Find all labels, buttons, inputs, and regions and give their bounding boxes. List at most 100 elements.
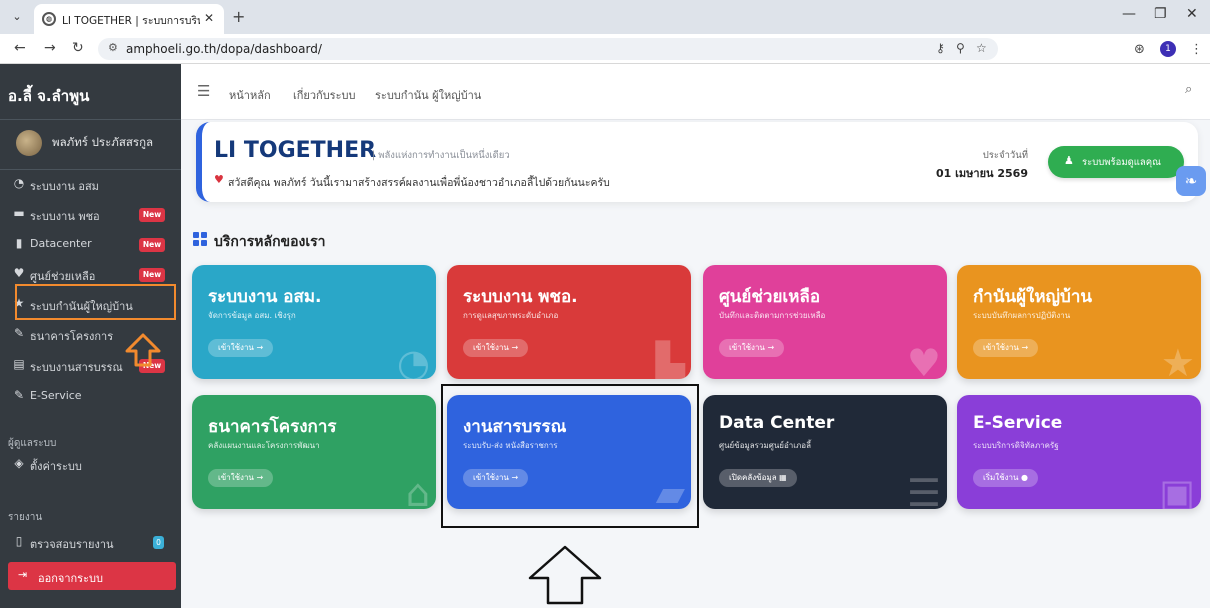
reports-section-header: รายงาน bbox=[8, 512, 43, 523]
reload-icon[interactable]: ↻ bbox=[72, 40, 84, 56]
gauge-icon: ◔ bbox=[396, 341, 430, 379]
card-enter-button[interactable]: เข้าใช้งาน → bbox=[973, 339, 1039, 357]
bed-icon: ▬ bbox=[13, 206, 25, 220]
system-ready-label: ระบบพร้อมดูแลคุณ bbox=[1082, 157, 1161, 168]
edit-icon: ✎ bbox=[13, 388, 25, 402]
extension-icon[interactable]: ⊛ bbox=[1134, 42, 1145, 57]
heart-icon: ♥ bbox=[906, 341, 941, 379]
card-e-service[interactable]: E-Service ระบบบริการดิจิทัลภาครัฐ เริ่มใ… bbox=[957, 395, 1201, 509]
sidebar-item-label: ธนาคารโครงการ bbox=[30, 330, 114, 343]
card-village-heads[interactable]: กำนันผู้ใหญ่บ้าน ระบบบันทึกผลการปฏิบัติง… bbox=[957, 265, 1201, 379]
logout-label: ออกจากระบบ bbox=[38, 572, 103, 585]
zoom-icon[interactable]: ⚲ bbox=[956, 41, 965, 55]
heart-icon: ♥ bbox=[13, 266, 25, 280]
system-ready-button[interactable]: ♟ ระบบพร้อมดูแลคุณ bbox=[1048, 146, 1184, 178]
sidebar-brand[interactable]: อ.ลี้ จ.ลำพูน bbox=[0, 64, 181, 120]
card-subtitle: บันทึกและติดตามการช่วยเหลือ bbox=[719, 311, 826, 320]
profile-avatar[interactable]: 1 bbox=[1160, 41, 1176, 57]
card-subtitle: ระบบบริการดิจิทัลภาครัฐ bbox=[973, 441, 1059, 450]
tab-search-icon[interactable]: ⌄ bbox=[8, 8, 26, 26]
sidebar-item-e-service[interactable]: ✎ E-Service bbox=[0, 384, 181, 410]
card-enter-button[interactable]: เข้าใช้งาน → bbox=[208, 469, 274, 487]
card-phcho[interactable]: ระบบงาน พชอ. การดูแลสุขภาพระดับอำเภอ เข้… bbox=[447, 265, 691, 379]
card-subtitle: การดูแลสุขภาพระดับอำเภอ bbox=[463, 311, 559, 320]
password-key-icon[interactable]: ⚷ bbox=[936, 41, 945, 55]
sidebar-item-settings[interactable]: ◈ ตั้งค่าระบบ bbox=[0, 452, 181, 478]
current-date: 01 เมษายน 2569 bbox=[936, 167, 1028, 180]
card-enter-button[interactable]: เข้าใช้งาน → bbox=[719, 339, 785, 357]
bookmark-star-icon[interactable]: ☆ bbox=[976, 41, 987, 55]
browser-tab[interactable]: ◍ LI TOGETHER | ระบบการบริหารงาน ✕ bbox=[34, 4, 224, 34]
bed-icon: ▙ bbox=[655, 341, 685, 379]
sidebar-item-label: Datacenter bbox=[30, 237, 92, 250]
gem-icon: ◈ bbox=[14, 456, 24, 470]
highlight-box-black bbox=[441, 384, 699, 528]
server-icon: ☰ bbox=[906, 471, 941, 509]
sidebar-item-label: ระบบงานสารบรรณ bbox=[30, 361, 123, 374]
card-help-center[interactable]: ศูนย์ช่วยเหลือ บันทึกและติดตามการช่วยเหล… bbox=[703, 265, 947, 379]
hamburger-menu-icon[interactable]: ☰ bbox=[197, 82, 210, 100]
hero-tagline: | พลังแห่งการทำงานเป็นหนึ่งเดียว bbox=[372, 150, 510, 161]
card-enter-button[interactable]: เข้าใช้งาน → bbox=[463, 339, 529, 357]
card-title: ระบบงาน พชอ. bbox=[463, 287, 578, 307]
nav-link-village-system[interactable]: ระบบกำนัน ผู้ใหญ่บ้าน bbox=[375, 86, 481, 104]
back-icon[interactable]: ← bbox=[14, 40, 26, 56]
card-osm[interactable]: ระบบงาน อสม. จัดการข้อมูล อสม. เชิงรุก เ… bbox=[192, 265, 436, 379]
user-shield-icon: ♟ bbox=[1064, 154, 1074, 167]
user-avatar bbox=[16, 130, 42, 156]
logout-button[interactable]: ⇥ ออกจากระบบ bbox=[8, 562, 176, 590]
card-open-data-button[interactable]: เปิดคลังข้อมูล ▦ bbox=[719, 469, 797, 487]
new-badge: New bbox=[139, 208, 165, 222]
nav-link-home[interactable]: หน้าหลัก bbox=[229, 86, 271, 104]
card-title: E-Service bbox=[973, 413, 1063, 433]
window-close-icon[interactable]: ✕ bbox=[1186, 6, 1198, 22]
user-panel[interactable]: พลภัทร์ ประภัสสรกูล bbox=[0, 120, 181, 170]
address-bar[interactable]: ⚙ amphoeli.go.th/dopa/dashboard/ ⚷ ⚲ ☆ bbox=[98, 38, 998, 60]
card-subtitle: ศูนย์ข้อมูลรวมศูนย์อำเภอลี้ bbox=[719, 441, 811, 450]
forward-icon[interactable]: → bbox=[44, 40, 56, 56]
gauge-icon: ◔ bbox=[13, 176, 25, 190]
brand-text: อ.ลี้ จ.ลำพูน bbox=[8, 87, 90, 105]
sidebar-item-label: ระบบงาน อสม bbox=[30, 180, 99, 193]
card-enter-button[interactable]: เข้าใช้งาน → bbox=[208, 339, 274, 357]
card-start-button[interactable]: เริ่มใช้งาน ● bbox=[973, 469, 1039, 487]
card-subtitle: จัดการข้อมูล อสม. เชิงรุก bbox=[208, 311, 296, 320]
restore-icon[interactable]: ❐ bbox=[1154, 6, 1167, 22]
hero-title: LI TOGETHER bbox=[214, 138, 377, 163]
sidebar-item-osm[interactable]: ◔ ระบบงาน อสม bbox=[0, 172, 181, 198]
nav-link-about[interactable]: เกี่ยวกับระบบ bbox=[293, 86, 355, 104]
app-root: ⌄ ◍ LI TOGETHER | ระบบการบริหารงาน ✕ + —… bbox=[0, 0, 1210, 608]
card-title: กำนันผู้ใหญ่บ้าน bbox=[973, 287, 1092, 307]
card-title: ธนาคารโครงการ bbox=[208, 417, 337, 437]
tab-close-icon[interactable]: ✕ bbox=[204, 11, 214, 25]
edit-icon: ✎ bbox=[13, 326, 25, 340]
sidebar-item-report-check[interactable]: ▯ ตรวจสอบรายงาน 0 bbox=[0, 530, 181, 556]
new-tab-icon[interactable]: + bbox=[232, 7, 245, 26]
sidebar-item-datacenter[interactable]: ▮ Datacenter New bbox=[0, 232, 181, 258]
minimize-icon[interactable]: — bbox=[1122, 6, 1136, 22]
new-badge: New bbox=[139, 268, 165, 282]
sidebar-item-label: ตรวจสอบรายงาน bbox=[30, 538, 114, 551]
arrow-up-icon bbox=[125, 333, 161, 367]
chat-icon[interactable]: ⌕ bbox=[1185, 82, 1192, 97]
sidebar: อ.ลี้ จ.ลำพูน พลภัทร์ ประภัสสรกูล ◔ ระบบ… bbox=[0, 64, 181, 608]
top-navbar: ☰ หน้าหลัก เกี่ยวกับระบบ ระบบกำนัน ผู้ให… bbox=[181, 64, 1210, 120]
date-label: ประจำวันที่ bbox=[982, 150, 1028, 161]
tab-title: LI TOGETHER | ระบบการบริหารงาน bbox=[62, 15, 200, 27]
user-name: พลภัทร์ ประภัสสรกูล bbox=[52, 135, 154, 149]
bank-icon: ⌂ bbox=[405, 471, 430, 509]
card-data-center[interactable]: Data Center ศูนย์ข้อมูลรวมศูนย์อำเภอลี้ … bbox=[703, 395, 947, 509]
browser-menu-icon[interactable]: ⋮ bbox=[1190, 42, 1203, 57]
code-window-icon: ▣ bbox=[1159, 471, 1195, 509]
card-project-bank[interactable]: ธนาคารโครงการ คลังแผนงานและโครงการพัฒนา … bbox=[192, 395, 436, 509]
sidebar-item-phcho[interactable]: ▬ ระบบงาน พชอ New bbox=[0, 202, 181, 228]
section-title: บริการหลักของเรา bbox=[214, 234, 326, 250]
sidebar-item-label: E-Service bbox=[30, 389, 82, 402]
site-info-icon[interactable]: ⚙ bbox=[108, 41, 118, 54]
star-icon: ★ bbox=[1160, 341, 1195, 379]
card-title: ระบบงาน อสม. bbox=[208, 287, 322, 307]
favicon-icon: ◍ bbox=[42, 12, 56, 26]
url-text: amphoeli.go.th/dopa/dashboard/ bbox=[126, 42, 322, 56]
highlight-box-orange bbox=[15, 284, 176, 320]
leaf-icon: ❧ bbox=[1176, 166, 1206, 196]
